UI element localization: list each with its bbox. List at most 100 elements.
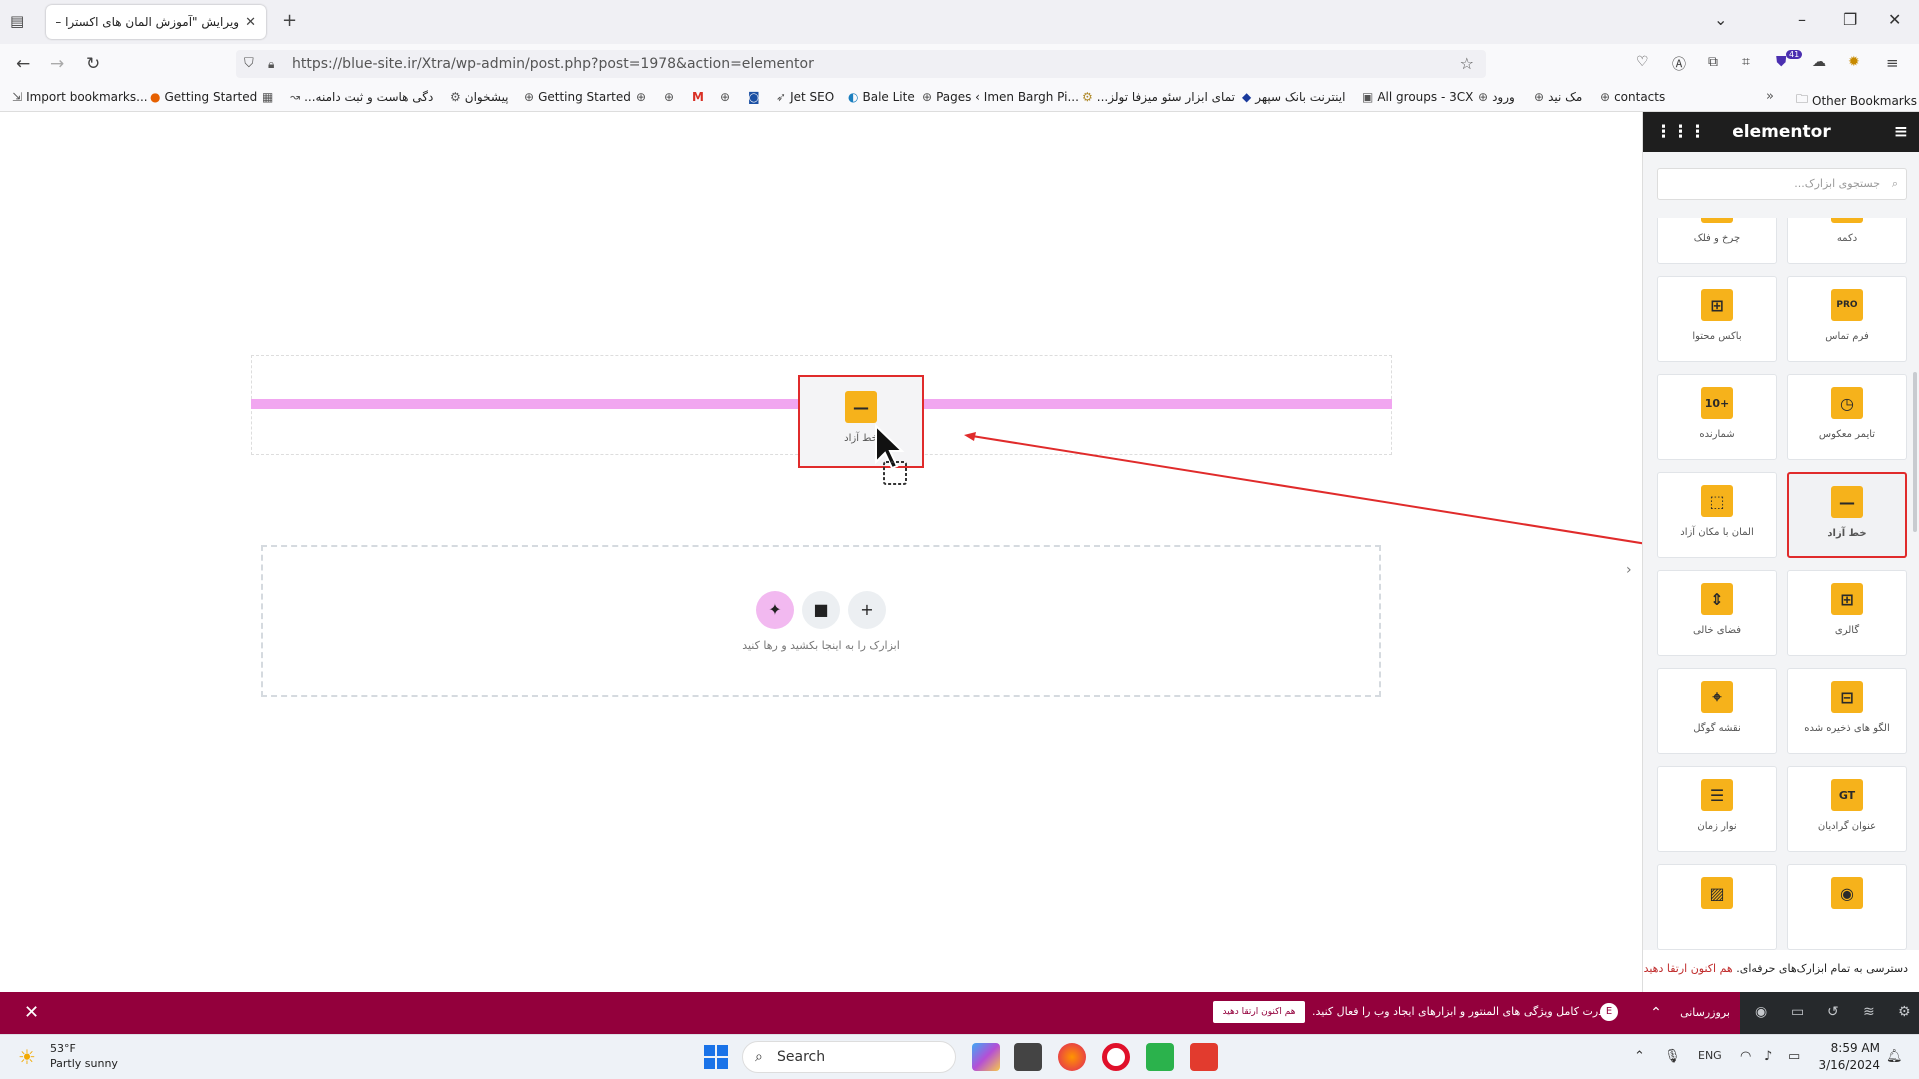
tab-list-chevron-icon[interactable]: ⌄: [1714, 10, 1727, 29]
bookmark-item[interactable]: ⊕: [636, 90, 646, 104]
bookmark-item[interactable]: ▣ All groups - 3CX: [1362, 90, 1473, 104]
taskbar-search[interactable]: ⌕ Search: [742, 1041, 956, 1073]
bookmark-item[interactable]: ⊕ contacts: [1600, 90, 1665, 104]
browser-tab-active[interactable]: ویرایش "آموزش المان های اکسترا – ✕: [46, 5, 266, 39]
restore-icon[interactable]: ❐: [1843, 10, 1857, 29]
crop-icon[interactable]: ⌗: [1742, 54, 1750, 70]
settings-gear-icon[interactable]: ⚙: [1898, 1004, 1911, 1020]
close-window-icon[interactable]: ✕: [1888, 10, 1901, 29]
copilot-icon[interactable]: [972, 1043, 1000, 1071]
widget-card[interactable]: 10+ شمارنده: [1657, 374, 1777, 460]
overflow-chevron-icon[interactable]: »: [1766, 89, 1774, 104]
bookmark-item[interactable]: ◙: [748, 90, 760, 104]
bookmark-item[interactable]: ⚙ پیشخوان: [450, 90, 509, 104]
recorder-icon[interactable]: [1190, 1043, 1218, 1071]
camtasia-icon[interactable]: [1146, 1043, 1174, 1071]
volume-icon[interactable]: ♪: [1764, 1049, 1772, 1064]
tab-overview-icon[interactable]: ▤: [10, 12, 24, 30]
bookmark-item[interactable]: ↝ ...دگی هاست و ثبت دامنه: [290, 90, 433, 104]
bookmark-item[interactable]: ➶ Jet SEO: [776, 90, 834, 104]
microphone-icon[interactable]: 🎙︎: [1664, 1049, 1681, 1064]
widget-card[interactable]: ⇕ فضای خالی: [1657, 570, 1777, 656]
windows-start-icon[interactable]: [704, 1045, 728, 1069]
bookmark-item[interactable]: ▦: [262, 90, 273, 104]
other-bookmarks[interactable]: 🗀 Other Bookmarks: [1796, 90, 1917, 111]
address-bar[interactable]: ⛉ 🔒︎ https://blue-site.ir/Xtra/wp-admin/…: [236, 50, 1486, 78]
promo-upgrade-link[interactable]: هم اکنون ارتقا دهید: [1644, 962, 1733, 975]
lock-icon[interactable]: 🔒︎: [268, 50, 274, 78]
widget-card[interactable]: ⬚ المان با مکان آزاد: [1657, 472, 1777, 558]
pocket-icon[interactable]: ♡: [1636, 54, 1649, 70]
history-icon[interactable]: ↺: [1827, 1004, 1839, 1020]
widget-card[interactable]: ‹›چرخ و فلک: [1657, 218, 1777, 264]
widget-card[interactable]: ⊞ گالری: [1787, 570, 1907, 656]
navigator-layers-icon[interactable]: ≋: [1863, 1004, 1875, 1020]
menu-icon[interactable]: ≡: [1886, 54, 1899, 72]
puzzle-icon[interactable]: ✹: [1848, 54, 1860, 70]
widget-card[interactable]: ⊟ الگو های ذخیره شده: [1787, 668, 1907, 754]
grid-apps-icon[interactable]: ⋮⋮⋮: [1655, 122, 1706, 142]
widget-card[interactable]: ⊞ باکس محتوا: [1657, 276, 1777, 362]
vpn-icon[interactable]: ☁: [1812, 54, 1826, 70]
template-folder-button[interactable]: ■: [802, 590, 840, 629]
preview-eye-icon[interactable]: ◉: [1755, 1004, 1767, 1020]
empty-drop-zone[interactable]: ✦ ■ + ابزارک را به اینجا بکشید و رها کنی…: [261, 545, 1381, 697]
bookmark-item[interactable]: ● Getting Started: [150, 90, 257, 104]
widget-search-input[interactable]: جستجوی ابزارک... ⌕: [1657, 168, 1907, 200]
new-tab-icon[interactable]: +: [282, 10, 297, 31]
responsive-icon[interactable]: ▭: [1791, 1004, 1804, 1020]
back-icon[interactable]: ←: [16, 54, 30, 74]
bookmark-item[interactable]: ⊕: [664, 90, 674, 104]
bookmark-item[interactable]: ⊕ ورود: [1478, 90, 1515, 104]
bookmark-item[interactable]: ⊕ Pages ‹ Imen Bargh Pi...: [922, 90, 1079, 104]
reload-icon[interactable]: ↻: [86, 54, 100, 74]
panel-scrollbar[interactable]: [1913, 372, 1917, 532]
add-section-button[interactable]: +: [848, 590, 886, 629]
widget-card[interactable]: ◷ تایمر معکوس: [1787, 374, 1907, 460]
close-tab-icon[interactable]: ✕: [245, 15, 256, 30]
extensions-icon[interactable]: ⧉: [1708, 54, 1718, 70]
wifi-icon[interactable]: ◠: [1740, 1049, 1751, 1064]
bookmark-item[interactable]: ⊕ مک نید: [1534, 90, 1582, 104]
bookmark-item[interactable]: ⇲ Import bookmarks...: [12, 90, 148, 104]
widget-card[interactable]: ▭دکمه: [1787, 218, 1907, 264]
battery-icon[interactable]: ▭: [1788, 1049, 1800, 1064]
language-indicator[interactable]: ENG: [1698, 1049, 1722, 1062]
opera-icon[interactable]: [1102, 1043, 1130, 1071]
ai-sparkle-button[interactable]: ✦: [756, 590, 794, 629]
widget-card-selected[interactable]: — خط آزاد: [1787, 472, 1907, 558]
bookmark-star-icon[interactable]: ☆: [1460, 50, 1474, 78]
bookmark-item[interactable]: ⚙ ...تمای ابزار سئو میزفا تولز: [1082, 90, 1235, 104]
bookmark-item[interactable]: M: [692, 90, 704, 104]
bookmark-item[interactable]: ⊕: [720, 90, 730, 104]
firefox-icon[interactable]: [1058, 1043, 1086, 1071]
form-pro-icon: PRO: [1831, 289, 1863, 321]
weather-widget[interactable]: 53°F Partly sunny: [50, 1041, 118, 1071]
widget-card[interactable]: ☰ نوار زمان: [1657, 766, 1777, 852]
notification-bell-icon[interactable]: 🔔︎: [1886, 1049, 1903, 1064]
widget-card[interactable]: ▨: [1657, 864, 1777, 950]
extension-shield-icon[interactable]: ⛊: [1776, 54, 1787, 70]
tray-chevron-icon[interactable]: ⌃: [1634, 1049, 1645, 1064]
file-explorer-icon[interactable]: [1014, 1043, 1042, 1071]
account-icon[interactable]: Ⓐ: [1672, 54, 1686, 74]
taskbar-clock[interactable]: 8:59 AM 3/16/2024: [1814, 1040, 1880, 1074]
widget-card[interactable]: ⌖ نقشه گوگل: [1657, 668, 1777, 754]
close-notice-icon[interactable]: ✕: [24, 1002, 39, 1023]
widget-card[interactable]: PRO فرم تماس: [1787, 276, 1907, 362]
bookmark-item[interactable]: ◐ Bale Lite: [848, 90, 915, 104]
shield-icon[interactable]: ⛉: [244, 50, 254, 78]
widget-card[interactable]: ◉: [1787, 864, 1907, 950]
widget-card[interactable]: GT عنوان گرادیان: [1787, 766, 1907, 852]
minimize-icon[interactable]: –: [1798, 10, 1806, 29]
bookmark-item[interactable]: ◆ اینترنت بانک سپهر: [1242, 90, 1345, 104]
free-position-icon: ⬚: [1701, 485, 1733, 517]
bookmark-item[interactable]: ⊕ Getting Started: [524, 90, 631, 104]
editor-canvas: — خط آزاد ✦ ■ + ابزارک را به اینجا بکشید…: [0, 112, 1773, 992]
hamburger-menu-icon[interactable]: ≡: [1894, 122, 1908, 142]
forward-icon[interactable]: →: [50, 54, 64, 74]
upgrade-now-button[interactable]: هم اکنون ارتقا دهید: [1213, 1001, 1305, 1023]
update-button[interactable]: بروزرسانی: [1670, 992, 1740, 1034]
panel-collapse-icon[interactable]: ›: [1626, 562, 1632, 578]
publish-options-chevron-icon[interactable]: ⌃: [1642, 992, 1670, 1034]
